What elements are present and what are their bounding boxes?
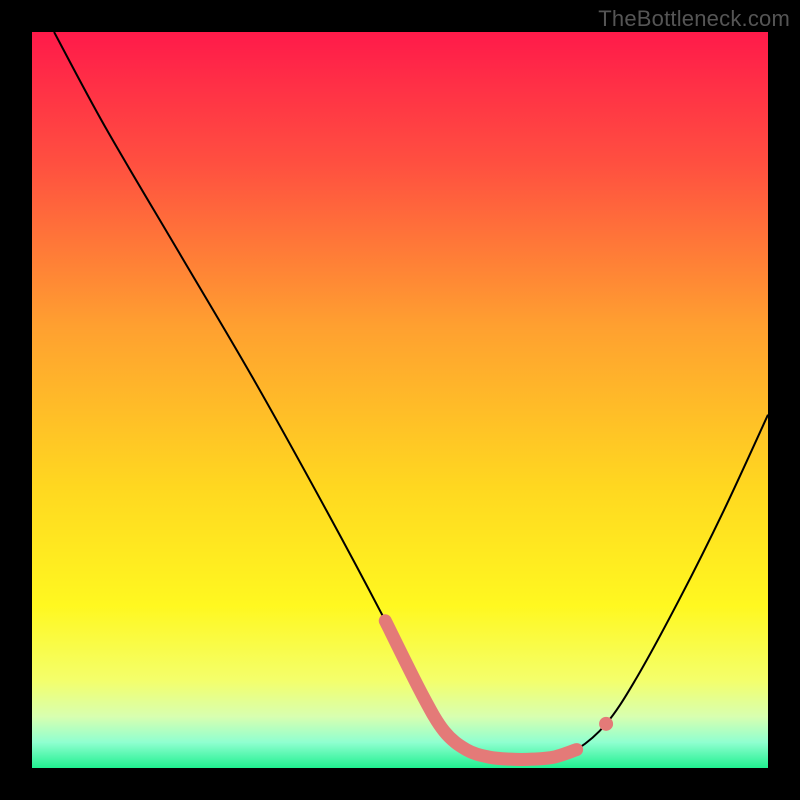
plot-area [32,32,768,768]
marker-dot [599,717,613,731]
bottleneck-chart [32,32,768,768]
watermark-label: TheBottleneck.com [598,6,790,32]
chart-stage: TheBottleneck.com [0,0,800,800]
